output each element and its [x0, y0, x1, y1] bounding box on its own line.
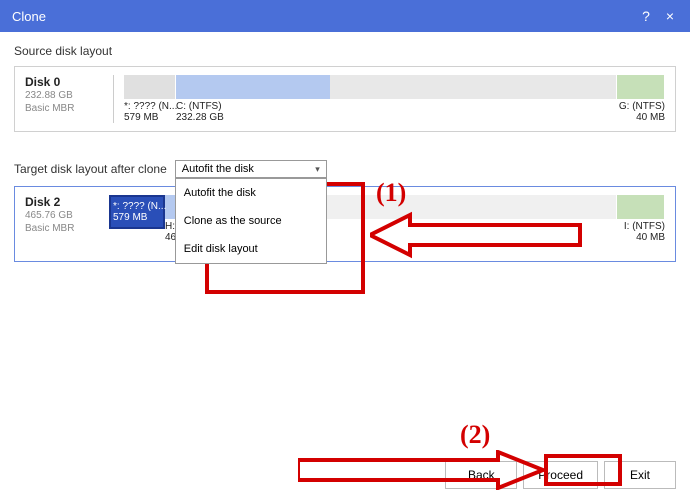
- annotation-label-2: (2): [460, 420, 490, 450]
- partition-label: *: ???? (N...: [113, 201, 169, 212]
- dropdown-option-edit-layout[interactable]: Edit disk layout: [176, 235, 326, 263]
- exit-button[interactable]: Exit: [604, 461, 676, 489]
- source-disk-panel: Disk 0 232.88 GB Basic MBR *: ???? (N...…: [14, 66, 676, 132]
- target-section-title: Target disk layout after clone: [14, 162, 167, 176]
- layout-dropdown[interactable]: Autofit the disk ▾: [175, 160, 327, 178]
- divider: [113, 75, 114, 123]
- partition-label: G: (NTFS): [617, 101, 665, 112]
- disk-name: Disk 2: [25, 195, 103, 209]
- layout-dropdown-wrap: Autofit the disk ▾ Autofit the disk Clon…: [175, 160, 327, 178]
- partition[interactable]: *: ???? (N... 579 MB: [124, 75, 176, 123]
- partition-size: 579 MB: [124, 112, 176, 123]
- partition-label: C: (NTFS): [176, 101, 617, 112]
- partition-label: I: (NTFS): [617, 221, 665, 232]
- disk-name: Disk 0: [25, 75, 103, 89]
- window-title: Clone: [12, 9, 630, 24]
- partition-size: 579 MB: [113, 212, 169, 223]
- partition-size: 40 MB: [617, 112, 665, 123]
- proceed-button[interactable]: Proceed: [523, 461, 598, 489]
- footer-buttons: Back Proceed Exit: [445, 461, 676, 489]
- chevron-down-icon: ▾: [315, 164, 320, 175]
- disk-info: Disk 0 232.88 GB Basic MBR: [25, 75, 103, 115]
- partition-size: 232.28 GB: [176, 112, 617, 123]
- dropdown-selected: Autofit the disk: [182, 163, 254, 175]
- layout-dropdown-menu: Autofit the disk Clone as the source Edi…: [175, 178, 327, 264]
- source-section-title: Source disk layout: [14, 44, 676, 58]
- close-icon[interactable]: ×: [662, 8, 678, 24]
- disk-size: 465.76 GB: [25, 209, 103, 222]
- partition-label: *: ???? (N...: [124, 101, 176, 112]
- disk-info: Disk 2 465.76 GB Basic MBR: [25, 195, 103, 235]
- partition-bar: [124, 75, 176, 99]
- partition[interactable]: G: (NTFS) 40 MB: [617, 75, 665, 123]
- annotation-label-1: (1): [376, 178, 406, 208]
- partition[interactable]: *: ???? (N... 579 MB: [109, 195, 165, 253]
- dropdown-option-autofit[interactable]: Autofit the disk: [176, 179, 326, 207]
- disk-type: Basic MBR: [25, 222, 103, 235]
- partition[interactable]: C: (NTFS) 232.28 GB: [176, 75, 617, 123]
- partition-bar: [176, 75, 617, 99]
- target-disk-panel: Disk 2 465.76 GB Basic MBR *: ???? (N...…: [14, 186, 676, 262]
- partition[interactable]: I: (NTFS) 40 MB: [617, 195, 665, 243]
- disk-size: 232.88 GB: [25, 89, 103, 102]
- source-partitions: *: ???? (N... 579 MB C: (NTFS) 232.28 GB…: [124, 75, 665, 123]
- partition-size: 40 MB: [617, 232, 665, 243]
- disk-type: Basic MBR: [25, 102, 103, 115]
- partition-bar: [617, 75, 665, 99]
- help-icon[interactable]: ?: [638, 8, 654, 24]
- back-button[interactable]: Back: [445, 461, 517, 489]
- titlebar: Clone ? ×: [0, 0, 690, 32]
- partition-bar: [617, 195, 665, 219]
- dropdown-option-clone-source[interactable]: Clone as the source: [176, 207, 326, 235]
